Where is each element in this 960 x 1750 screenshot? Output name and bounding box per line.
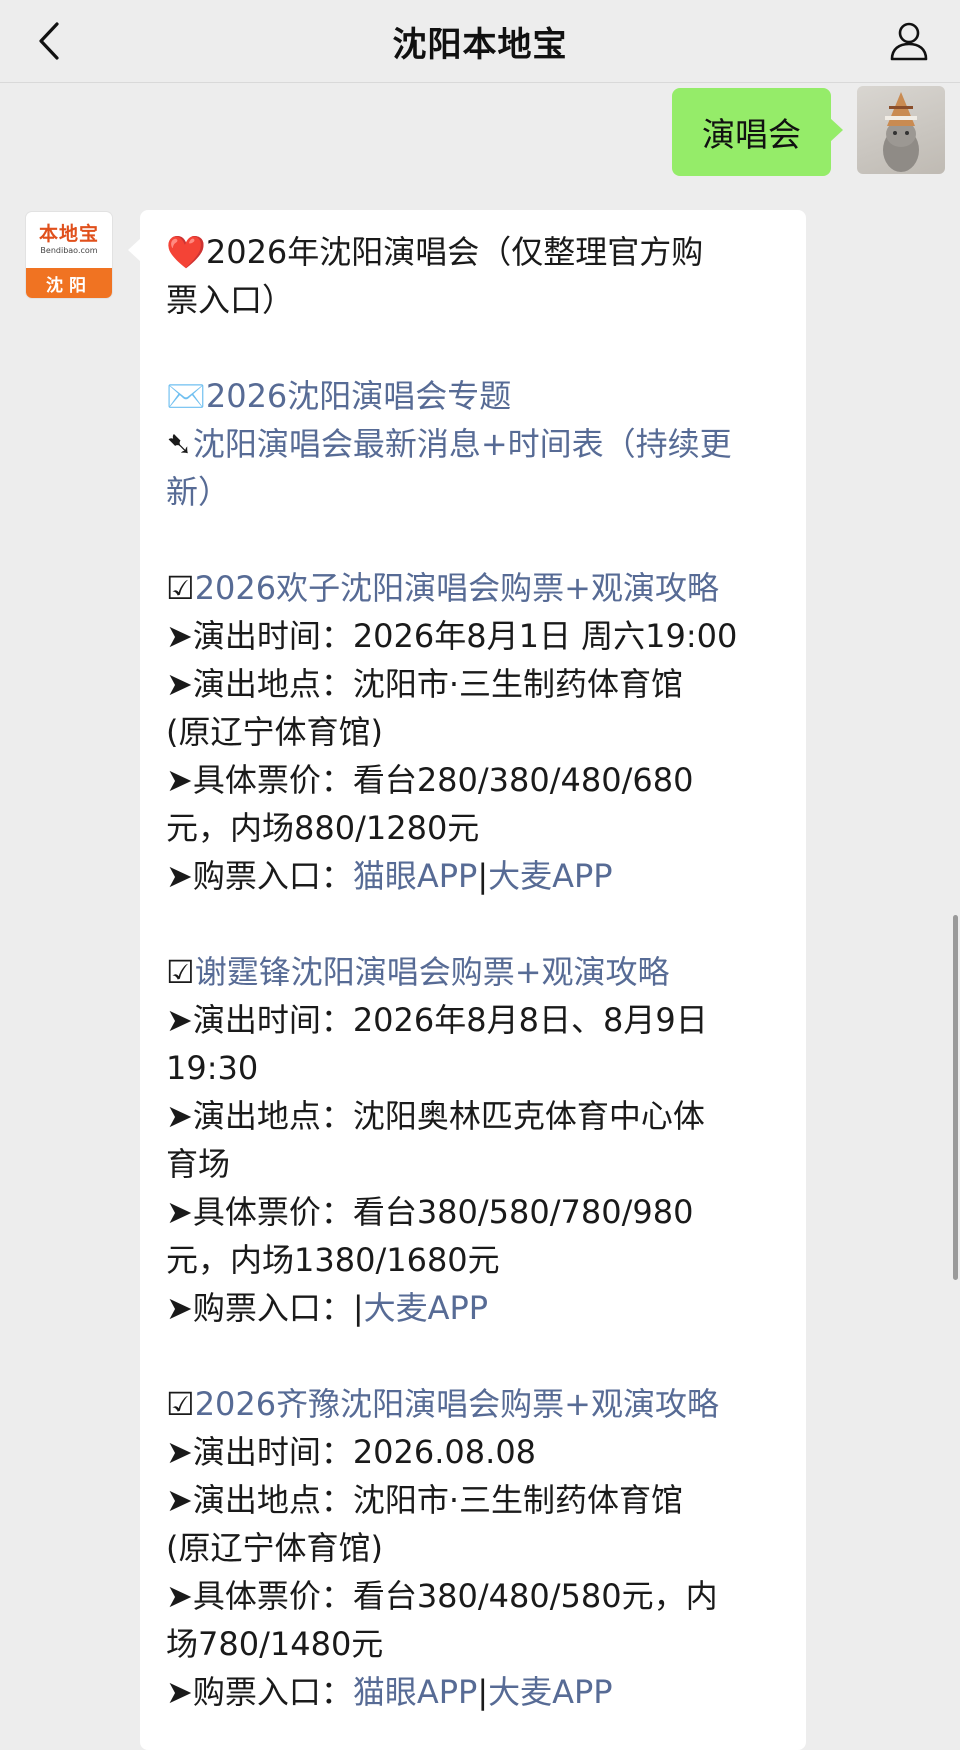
concert-2-title[interactable]: ☑谢霆锋沈阳演唱会购票+观演攻略 xyxy=(166,948,796,996)
concert-3-purchase: ➤购票入口：猫眼APP|大麦APP xyxy=(166,1673,613,1711)
concert-3-title[interactable]: ☑2026齐豫沈阳演唱会购票+观演攻略 xyxy=(166,1380,796,1428)
news-link-cont[interactable]: 新） xyxy=(166,468,796,516)
chevron-left-icon xyxy=(39,22,59,60)
concert-2-time: ➤演出时间：2026年8月8日、8月9日 xyxy=(166,1001,708,1039)
concert-1-time: ➤演出时间：2026年8月1日 周六19:00 xyxy=(166,617,738,655)
concert-3-time: ➤演出时间：2026.08.08 xyxy=(166,1433,537,1471)
damai-link[interactable]: 大麦APP xyxy=(488,857,613,895)
logo: 本地宝 Bendibao.com xyxy=(26,212,112,268)
news-link[interactable]: ➷沈阳演唱会最新消息+时间表（持续更 xyxy=(166,420,796,468)
article-text: ❤️2026年沈阳演唱会（仅整理官方购 票入口） ✉️2026沈阳演唱会专题 ➷… xyxy=(166,228,796,1716)
concert-3-venue-cont: (原辽宁体育馆) xyxy=(166,1529,383,1567)
checkbox-icon: ☑ xyxy=(166,953,195,991)
maoyan-link[interactable]: 猫眼APP xyxy=(353,1673,478,1711)
concert-2-time-cont: 19:30 xyxy=(166,1049,259,1087)
user-avatar[interactable] xyxy=(857,86,945,174)
concert-1-title[interactable]: ☑2026欢子沈阳演唱会购票+观演攻略 xyxy=(166,564,796,612)
article-heading-cont: 票入口） xyxy=(166,281,295,319)
concert-2-price: ➤具体票价：看台380/580/780/980 xyxy=(166,1193,694,1231)
envelope-icon: ✉️ xyxy=(166,377,206,415)
concert-3-venue: ➤演出地点：沈阳市·三生制药体育馆 xyxy=(166,1481,683,1519)
outgoing-bubble[interactable]: 演唱会 xyxy=(672,88,843,176)
checkbox-icon: ☑ xyxy=(166,569,195,607)
logo-city: 沈阳 xyxy=(26,268,112,298)
outgoing-message: 演唱会 xyxy=(672,86,945,176)
article-heading: ❤️2026年沈阳演唱会（仅整理官方购 xyxy=(166,233,704,271)
outgoing-text: 演唱会 xyxy=(702,115,801,154)
concert-1-venue: ➤演出地点：沈阳市·三生制药体育馆 xyxy=(166,665,683,703)
concert-3-price: ➤具体票价：看台380/480/580元，内 xyxy=(166,1577,718,1615)
concert-1-price: ➤具体票价：看台280/380/480/680 xyxy=(166,761,694,799)
logo-domain: Bendibao.com xyxy=(40,246,98,255)
cat-with-hat-image xyxy=(883,92,919,172)
maoyan-link[interactable]: 猫眼APP xyxy=(353,857,478,895)
logo-brand: 本地宝 xyxy=(38,223,99,245)
concert-1-price-cont: 元，内场880/1280元 xyxy=(166,809,480,847)
concert-2-venue: ➤演出地点：沈阳奥林匹克体育中心体 xyxy=(166,1097,705,1135)
concert-2-price-cont: 元，内场1380/1680元 xyxy=(166,1241,500,1279)
concert-2-venue-cont: 育场 xyxy=(166,1145,231,1183)
profile-button[interactable] xyxy=(880,12,938,70)
incoming-message-bubble: ❤️2026年沈阳演唱会（仅整理官方购 票入口） ✉️2026沈阳演唱会专题 ➷… xyxy=(128,210,806,1750)
arrow-icon: ➷ xyxy=(166,425,193,463)
concert-1-venue-cont: (原辽宁体育馆) xyxy=(166,713,383,751)
heart-icon: ❤️ xyxy=(166,233,206,271)
concert-3-price-cont: 场780/1480元 xyxy=(166,1625,384,1663)
topic-link[interactable]: ✉️2026沈阳演唱会专题 xyxy=(166,372,796,420)
concert-2-purchase: ➤购票入口：|大麦APP xyxy=(166,1289,489,1327)
scrollbar[interactable] xyxy=(953,915,958,1280)
damai-link[interactable]: 大麦APP xyxy=(364,1289,489,1327)
damai-link[interactable]: 大麦APP xyxy=(488,1673,613,1711)
checkbox-icon: ☑ xyxy=(166,1385,195,1423)
page-title: 沈阳本地宝 xyxy=(392,24,568,65)
concert-1-purchase: ➤购票入口：猫眼APP|大麦APP xyxy=(166,857,613,895)
person-icon xyxy=(890,22,928,61)
back-button[interactable] xyxy=(22,14,76,68)
nav-bar: 沈阳本地宝 xyxy=(0,0,960,83)
official-account-avatar[interactable]: 本地宝 Bendibao.com 沈阳 xyxy=(26,212,112,298)
